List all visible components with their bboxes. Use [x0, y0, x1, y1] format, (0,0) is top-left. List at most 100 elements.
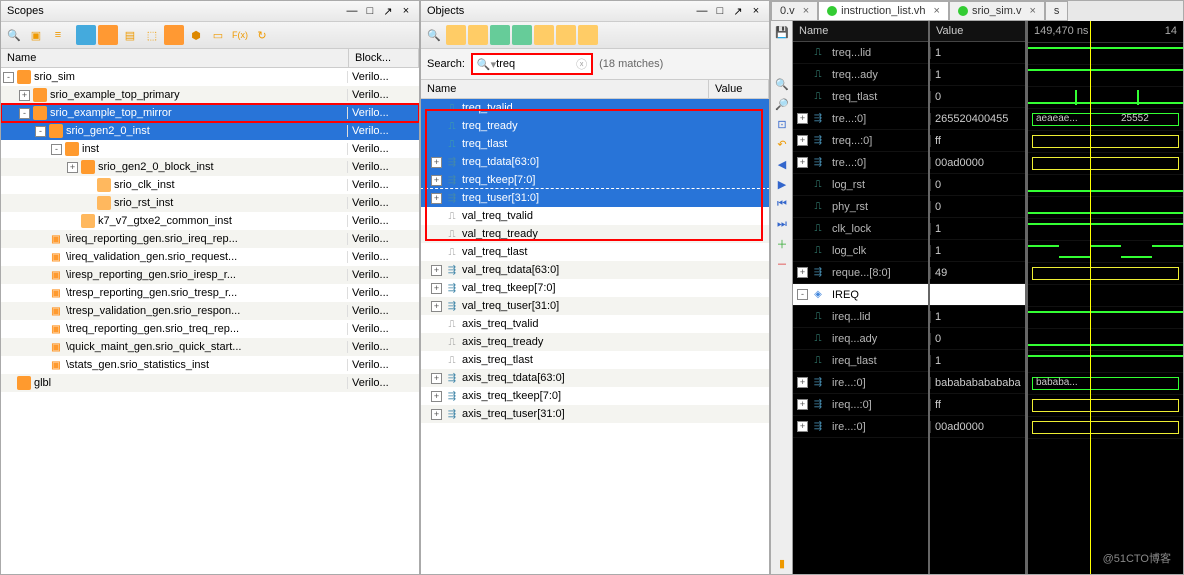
expand-toggle[interactable]: + [797, 399, 808, 410]
signal-row[interactable]: ⎍log_clk [793, 240, 928, 262]
signal-row[interactable]: ⎍ireq...lid [793, 306, 928, 328]
tree-row[interactable]: -srio_example_top_mirrorVerilo... [1, 104, 419, 122]
signal-row[interactable]: ⎍clk_lock [793, 218, 928, 240]
signal-row[interactable]: +⇶ire...:0] [793, 416, 928, 438]
signal-row[interactable]: ⎍treq...ady [793, 64, 928, 86]
col-name[interactable]: Name [1, 49, 349, 67]
signal-row[interactable]: ⎍treq_tlast [793, 86, 928, 108]
tree-row[interactable]: +⇶treq_tuser[31:0] [421, 189, 769, 207]
expand-toggle[interactable]: + [431, 193, 442, 204]
collapse-icon[interactable]: ▣ [26, 25, 46, 45]
prev-icon[interactable]: ◀ [773, 155, 791, 173]
expand-toggle[interactable]: + [431, 283, 442, 294]
signal-row[interactable]: +⇶reque...[8:0] [793, 262, 928, 284]
undo-icon[interactable]: ↶ [773, 135, 791, 153]
expand-toggle[interactable]: + [431, 391, 442, 402]
cube-icon[interactable] [76, 25, 96, 45]
tree-row[interactable]: ▣\iresp_reporting_gen.srio_iresp_r...Ver… [1, 266, 419, 284]
signal-row[interactable]: +⇶ireq...:0] [793, 394, 928, 416]
expand-toggle[interactable]: + [797, 267, 808, 278]
filter7-icon[interactable] [578, 25, 598, 45]
close-icon[interactable]: × [399, 4, 413, 18]
waveform-row[interactable] [1028, 175, 1183, 197]
search-icon[interactable]: 🔍 [4, 25, 24, 45]
tree-row[interactable]: ▣\ireq_reporting_gen.srio_ireq_rep...Ver… [1, 230, 419, 248]
box-icon[interactable] [164, 25, 184, 45]
waveform-area[interactable]: 149,470 ns 14 aeaeae...25552bababa... [1028, 21, 1183, 574]
tree-row[interactable]: ⎍val_treq_tvalid [421, 207, 769, 225]
signal-row[interactable]: ⎍ireq...ady [793, 328, 928, 350]
tree-row[interactable]: ⎍val_treq_tready [421, 225, 769, 243]
tree-row[interactable]: k7_v7_gtxe2_common_instVerilo... [1, 212, 419, 230]
expand-toggle[interactable]: - [35, 126, 46, 137]
tree-row[interactable]: -srio_gen2_0_instVerilo... [1, 122, 419, 140]
expand-toggle[interactable]: + [431, 175, 442, 186]
tree-row[interactable]: ⎍axis_treq_tlast [421, 351, 769, 369]
tree-row[interactable]: ⎍treq_tready [421, 117, 769, 135]
signal-row[interactable]: ⎍phy_rst [793, 196, 928, 218]
tree-row[interactable]: srio_rst_instVerilo... [1, 194, 419, 212]
waveform-row[interactable] [1028, 263, 1183, 285]
waveform-row[interactable] [1028, 351, 1183, 373]
tree-row[interactable]: ▣\quick_maint_gen.srio_quick_start...Ver… [1, 338, 419, 356]
maximize-icon[interactable]: □ [363, 4, 377, 18]
tree-row[interactable]: +⇶axis_treq_tuser[31:0] [421, 405, 769, 423]
tree-row[interactable]: +⇶axis_treq_tdata[63:0] [421, 369, 769, 387]
waveform-row[interactable] [1028, 329, 1183, 351]
tree-row[interactable]: -srio_simVerilo... [1, 68, 419, 86]
expand-toggle[interactable]: - [51, 144, 62, 155]
filter1-icon[interactable] [446, 25, 466, 45]
hex-icon[interactable]: ⬢ [186, 25, 206, 45]
tab-close-icon[interactable]: × [934, 5, 940, 17]
expand-toggle[interactable]: + [431, 409, 442, 420]
next-icon[interactable]: ▶ [773, 175, 791, 193]
tree-row[interactable]: ▣\tresp_reporting_gen.srio_tresp_r...Ver… [1, 284, 419, 302]
expand-toggle[interactable]: - [3, 72, 14, 83]
fx-icon[interactable]: F(x) [230, 25, 250, 45]
minimize-icon[interactable]: — [345, 4, 359, 18]
col-value[interactable]: Value [709, 80, 769, 98]
waveform-row[interactable]: bababa... [1028, 373, 1183, 395]
expand-toggle[interactable]: + [67, 162, 78, 173]
to-start-icon[interactable]: ⏮ [773, 195, 791, 213]
waveform-row[interactable] [1028, 65, 1183, 87]
waveform-row[interactable] [1028, 417, 1183, 439]
waveform-row[interactable] [1028, 285, 1183, 307]
cube2-icon[interactable] [98, 25, 118, 45]
waveform-row[interactable]: aeaeae...25552 [1028, 109, 1183, 131]
expand-toggle[interactable]: + [797, 421, 808, 432]
waveform-row[interactable] [1028, 307, 1183, 329]
minimize-icon[interactable]: — [695, 4, 709, 18]
tree-row[interactable]: ⎍treq_tvalid [421, 99, 769, 117]
search-input[interactable] [496, 58, 576, 70]
tree-row[interactable]: ⎍treq_tlast [421, 135, 769, 153]
waveform-row[interactable] [1028, 197, 1183, 219]
signal-row[interactable]: +⇶ire...:0] [793, 372, 928, 394]
signal-row[interactable]: +⇶treq...:0] [793, 130, 928, 152]
tree-row[interactable]: +srio_gen2_0_block_instVerilo... [1, 158, 419, 176]
signal-row[interactable]: ⎍log_rst [793, 174, 928, 196]
signal-row[interactable]: ⎍ireq_tlast [793, 350, 928, 372]
popout-icon[interactable]: ↗ [381, 4, 395, 18]
tree-row[interactable]: -instVerilo... [1, 140, 419, 158]
expand-toggle[interactable]: + [431, 265, 442, 276]
close-icon[interactable]: × [749, 4, 763, 18]
expand-toggle[interactable]: + [19, 90, 30, 101]
signal-row[interactable]: +⇶tre...:0] [793, 108, 928, 130]
expand-toggle[interactable]: + [431, 301, 442, 312]
waveform-row[interactable] [1028, 241, 1183, 263]
tab[interactable]: s [1045, 1, 1069, 21]
add-icon[interactable]: ＋ [773, 235, 791, 253]
waveform-row[interactable] [1028, 87, 1183, 109]
filter4-icon[interactable] [512, 25, 532, 45]
tree-row[interactable]: +srio_example_top_primaryVerilo... [1, 86, 419, 104]
tree-row[interactable]: +⇶val_treq_tkeep[7:0] [421, 279, 769, 297]
tree-row[interactable]: +⇶val_treq_tuser[31:0] [421, 297, 769, 315]
filter6-icon[interactable] [556, 25, 576, 45]
expand-icon[interactable]: ≡ [48, 25, 68, 45]
popout-icon[interactable]: ↗ [731, 4, 745, 18]
expand-toggle[interactable]: + [431, 373, 442, 384]
search-icon[interactable]: 🔍 [424, 25, 444, 45]
tab[interactable]: 0.v× [771, 1, 818, 21]
tab-close-icon[interactable]: × [803, 5, 809, 17]
